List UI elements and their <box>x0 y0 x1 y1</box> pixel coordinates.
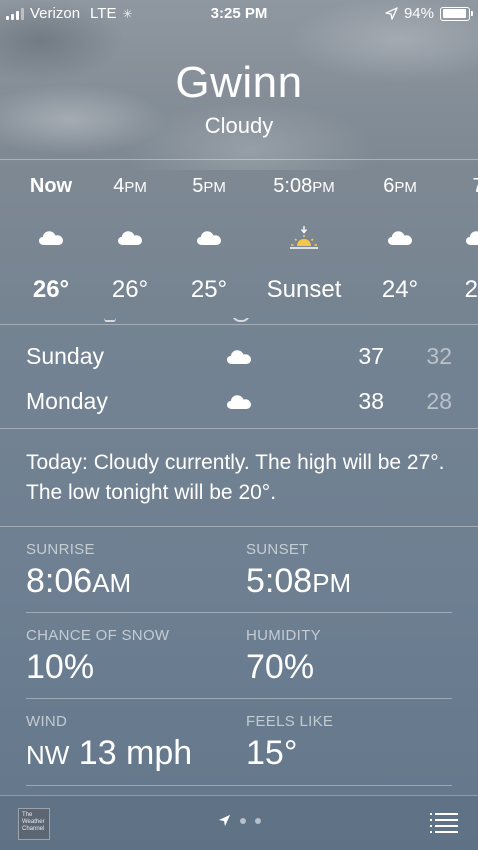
feels-like-detail: FEELS LIKE 15° <box>246 713 333 773</box>
hour-time: 7 <box>433 175 478 198</box>
bottom-toolbar: The Weather Channel <box>0 795 478 850</box>
wind-label: WIND <box>26 713 68 730</box>
chance-of-snow-value: 10% <box>26 648 95 686</box>
location-services-icon <box>385 7 398 20</box>
hour-temperature: 24 <box>464 276 478 303</box>
cloud-icon <box>6 223 96 253</box>
day-high-temp: 38 <box>358 388 384 414</box>
list-icon[interactable] <box>430 813 458 833</box>
page-dot[interactable] <box>239 817 246 824</box>
daily-forecast-row: Monday 38 28 <box>0 384 478 424</box>
sunset-detail: SUNSET 5:08PM <box>246 541 351 601</box>
hour-time: 4PM <box>113 175 147 197</box>
hour-column: Now 26° <box>6 160 96 325</box>
divider <box>26 698 452 699</box>
feels-like-value: 15° <box>246 734 298 772</box>
cloud-icon <box>433 223 478 253</box>
hour-column: 5:08PM Sunset <box>249 160 359 325</box>
day-name: Sunday <box>26 343 105 369</box>
cloud-icon <box>85 223 175 253</box>
hour-temperature: 26° <box>111 276 149 303</box>
hour-time: Now <box>29 175 73 197</box>
divider <box>26 785 452 786</box>
humidity-detail: HUMIDITY 70% <box>246 627 321 687</box>
page-indicator[interactable] <box>0 814 478 827</box>
hour-column: 6PM 24° <box>355 160 445 325</box>
hourly-forecast[interactable]: Now 26° 4PM 26° 5PM 25° 5:08PM Sunset 6PM 24° 7 24 <box>0 160 478 325</box>
hour-time: 5:08PM <box>273 175 335 197</box>
divider <box>0 526 478 527</box>
wind-detail: WIND NW 13 mph <box>26 713 192 773</box>
status-bar: Verizon LTE ✳ 3:25 PM 94% <box>0 0 478 28</box>
sunrise-label: SUNRISE <box>26 541 95 558</box>
battery-icon <box>440 6 473 21</box>
feels-like-label: FEELS LIKE <box>246 713 334 730</box>
sunrise-value: 8:06AM <box>26 562 132 600</box>
cloud-icon <box>164 223 254 253</box>
hour-event: Sunset <box>266 276 342 303</box>
sunset-label: SUNSET <box>246 541 309 558</box>
humidity-label: HUMIDITY <box>246 627 321 644</box>
day-low-temp: 28 <box>426 388 452 414</box>
battery-percent: 94% <box>403 5 434 22</box>
hour-temperature: 25° <box>190 276 228 303</box>
hour-column: 5PM 25° <box>164 160 254 325</box>
sunrise-detail: SUNRISE 8:06AM <box>26 541 131 601</box>
location-arrow-icon <box>218 814 230 827</box>
cloud-icon <box>226 349 252 370</box>
hour-column: 4PM 26° <box>85 160 175 325</box>
chance-of-snow-label: CHANCE OF SNOW <box>26 627 170 644</box>
humidity-value: 70% <box>246 648 315 686</box>
cloud-icon <box>226 394 252 415</box>
page-dot[interactable] <box>254 817 261 824</box>
hour-time: 6PM <box>383 175 417 197</box>
location-name: Gwinn <box>175 58 303 107</box>
today-summary: Today: Cloudy currently. The high will b… <box>26 451 445 504</box>
hour-time: 5PM <box>192 175 226 197</box>
daily-forecast-row: Sunday 37 32 <box>0 339 478 379</box>
divider <box>26 612 452 613</box>
status-right: 94% <box>385 5 473 22</box>
current-condition: Cloudy <box>204 113 274 138</box>
day-name: Monday <box>26 388 108 414</box>
sunset-icon <box>249 223 359 253</box>
cloud-icon <box>355 223 445 253</box>
hour-temperature: 26° <box>32 276 70 303</box>
hour-temperature: 24° <box>381 276 419 303</box>
day-low-temp: 32 <box>426 343 452 369</box>
daily-forecast-scrolled-row <box>0 318 478 330</box>
sunset-value: 5:08PM <box>246 562 352 600</box>
day-high-temp: 37 <box>358 343 384 369</box>
chance-of-snow-detail: CHANCE OF SNOW 10% <box>26 627 169 687</box>
divider <box>0 428 478 429</box>
wind-value: NW 13 mph <box>26 734 193 772</box>
hour-column: 7 24 <box>433 160 478 325</box>
